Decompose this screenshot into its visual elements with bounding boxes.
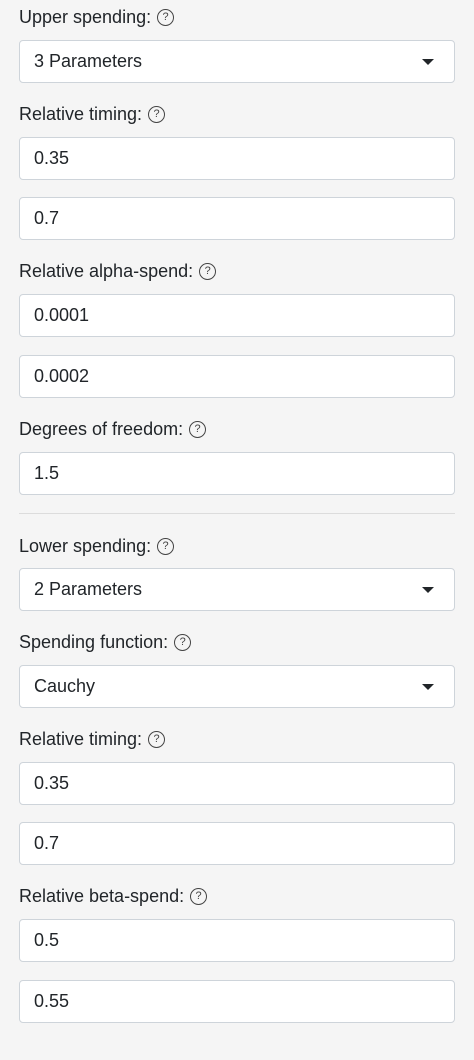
section-divider xyxy=(19,513,455,514)
lower-spending-value: 2 Parameters xyxy=(34,579,143,599)
degrees-of-freedom-input[interactable]: 1.5 xyxy=(19,452,455,495)
lower-spending-select[interactable]: 2 Parameters xyxy=(19,568,455,611)
alpha-spend-input-2[interactable]: 0.0002 xyxy=(19,355,455,398)
spending-form: Upper spending: ? 3 Parameters Relative … xyxy=(0,0,474,1060)
alpha-spend-input-1[interactable]: 0.0001 xyxy=(19,294,455,337)
question-circle-icon[interactable]: ? xyxy=(157,8,175,26)
question-circle-icon[interactable]: ? xyxy=(157,537,175,555)
caret-down-icon xyxy=(422,683,434,690)
beta-spend-input-1[interactable]: 0.5 xyxy=(19,919,455,962)
lower-timing-input-2[interactable]: 0.7 xyxy=(19,822,455,865)
spending-function-value: Cauchy xyxy=(34,676,96,696)
question-circle-icon[interactable]: ? xyxy=(148,105,166,123)
caret-down-icon xyxy=(422,58,434,65)
question-circle-icon[interactable]: ? xyxy=(199,262,217,280)
lower-timing-input-1[interactable]: 0.35 xyxy=(19,762,455,805)
upper-timing-input-1[interactable]: 0.35 xyxy=(19,137,455,180)
spending-function-label: Spending function: ? xyxy=(19,631,192,653)
alpha-spend-label: Relative alpha-spend: ? xyxy=(19,260,217,282)
caret-down-icon xyxy=(422,586,434,593)
question-circle-icon[interactable]: ? xyxy=(174,633,192,651)
beta-spend-label: Relative beta-spend: ? xyxy=(19,885,208,907)
lower-timing-label: Relative timing: ? xyxy=(19,728,166,750)
lower-spending-label: Lower spending: ? xyxy=(19,535,175,557)
spending-function-select[interactable]: Cauchy xyxy=(19,665,455,708)
upper-spending-value: 3 Parameters xyxy=(34,51,143,71)
question-circle-icon[interactable]: ? xyxy=(189,420,207,438)
upper-timing-input-2[interactable]: 0.7 xyxy=(19,197,455,240)
beta-spend-input-2[interactable]: 0.55 xyxy=(19,980,455,1023)
question-circle-icon[interactable]: ? xyxy=(190,887,208,905)
degrees-of-freedom-label: Degrees of freedom: ? xyxy=(19,418,207,440)
question-circle-icon[interactable]: ? xyxy=(148,730,166,748)
upper-timing-label: Relative timing: ? xyxy=(19,103,166,125)
upper-spending-select[interactable]: 3 Parameters xyxy=(19,40,455,83)
upper-spending-label: Upper spending: ? xyxy=(19,6,175,28)
